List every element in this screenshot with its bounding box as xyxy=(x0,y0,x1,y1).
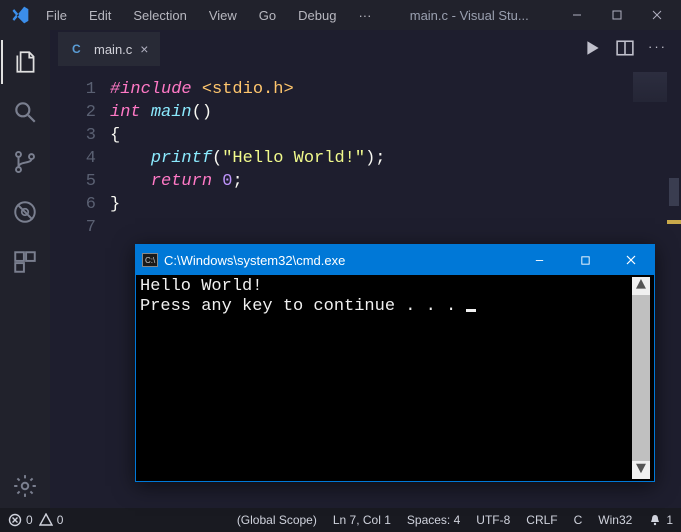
status-encoding[interactable]: UTF-8 xyxy=(476,513,510,527)
menu-bar: File Edit Selection View Go Debug ··· xyxy=(36,4,381,27)
minimize-button[interactable] xyxy=(557,0,597,30)
menu-overflow[interactable]: ··· xyxy=(348,4,381,27)
scrollbar-thumb[interactable] xyxy=(669,178,679,206)
console-title-text: C:\Windows\system32\cmd.exe xyxy=(164,253,516,268)
activity-source-control[interactable] xyxy=(1,140,49,184)
extensions-icon xyxy=(12,249,38,275)
split-icon xyxy=(616,39,634,57)
tab-main-c[interactable]: C main.c × xyxy=(58,32,160,66)
menu-selection[interactable]: Selection xyxy=(123,4,196,27)
tab-label: main.c xyxy=(94,42,132,57)
activity-explorer[interactable] xyxy=(1,40,49,84)
bug-icon xyxy=(12,199,38,225)
console-window[interactable]: C:\ C:\Windows\system32\cmd.exe Hello Wo… xyxy=(135,244,655,482)
split-editor-button[interactable] xyxy=(616,39,634,60)
minimap[interactable] xyxy=(633,72,667,102)
svg-text:C: C xyxy=(72,42,81,56)
bell-icon xyxy=(648,513,662,527)
maximize-button[interactable] xyxy=(597,0,637,30)
activity-search[interactable] xyxy=(1,90,49,134)
menu-debug[interactable]: Debug xyxy=(288,4,346,27)
error-icon xyxy=(8,513,22,527)
activity-settings[interactable] xyxy=(1,464,49,508)
console-maximize-button[interactable] xyxy=(562,245,608,275)
activity-bar xyxy=(0,30,50,508)
branch-icon xyxy=(12,149,38,175)
scroll-track[interactable] xyxy=(632,295,650,461)
status-cursor[interactable]: Ln 7, Col 1 xyxy=(333,513,391,527)
gear-icon xyxy=(12,473,38,499)
warning-icon xyxy=(39,513,53,527)
window-title: main.c - Visual Stu... xyxy=(381,8,557,23)
status-scope[interactable]: (Global Scope) xyxy=(237,513,317,527)
files-icon xyxy=(13,49,39,75)
status-indent[interactable]: Spaces: 4 xyxy=(407,513,460,527)
menu-edit[interactable]: Edit xyxy=(79,4,121,27)
status-platform[interactable]: Win32 xyxy=(598,513,632,527)
window-controls xyxy=(557,0,677,30)
status-language[interactable]: C xyxy=(574,513,583,527)
editor-scrollbar[interactable] xyxy=(667,68,681,508)
play-icon xyxy=(584,39,602,57)
menu-view[interactable]: View xyxy=(199,4,247,27)
activity-debug[interactable] xyxy=(1,190,49,234)
console-titlebar[interactable]: C:\ C:\Windows\system32\cmd.exe xyxy=(136,245,654,275)
status-eol[interactable]: CRLF xyxy=(526,513,557,527)
titlebar: File Edit Selection View Go Debug ··· ma… xyxy=(0,0,681,30)
console-scrollbar[interactable]: ▲ ▼ xyxy=(632,277,650,479)
scrollbar-mark xyxy=(667,220,681,224)
status-errors[interactable]: 0 xyxy=(8,513,33,527)
console-minimize-button[interactable] xyxy=(516,245,562,275)
cmd-icon: C:\ xyxy=(142,253,158,267)
tab-close-icon[interactable]: × xyxy=(140,41,148,57)
scroll-up-icon[interactable]: ▲ xyxy=(632,277,650,295)
scroll-down-icon[interactable]: ▼ xyxy=(632,461,650,479)
status-bar: 0 0 (Global Scope) Ln 7, Col 1 Spaces: 4… xyxy=(0,508,681,532)
console-close-button[interactable] xyxy=(608,245,654,275)
run-button[interactable] xyxy=(584,39,602,60)
menu-file[interactable]: File xyxy=(36,4,77,27)
status-notifications[interactable]: 1 xyxy=(648,513,673,527)
menu-go[interactable]: Go xyxy=(249,4,286,27)
tab-bar: C main.c × ··· xyxy=(50,30,681,68)
close-button[interactable] xyxy=(637,0,677,30)
search-icon xyxy=(12,99,38,125)
activity-extensions[interactable] xyxy=(1,240,49,284)
console-output: Hello World! Press any key to continue .… xyxy=(140,277,632,479)
console-cursor xyxy=(466,309,476,312)
status-warnings[interactable]: 0 xyxy=(39,513,64,527)
editor-more-button[interactable]: ··· xyxy=(648,39,667,60)
c-file-icon: C xyxy=(70,41,86,57)
vscode-logo-icon xyxy=(10,5,30,25)
line-number-gutter: 1 2 3 4 5 6 7 xyxy=(50,68,110,508)
console-body[interactable]: Hello World! Press any key to continue .… xyxy=(136,275,654,481)
